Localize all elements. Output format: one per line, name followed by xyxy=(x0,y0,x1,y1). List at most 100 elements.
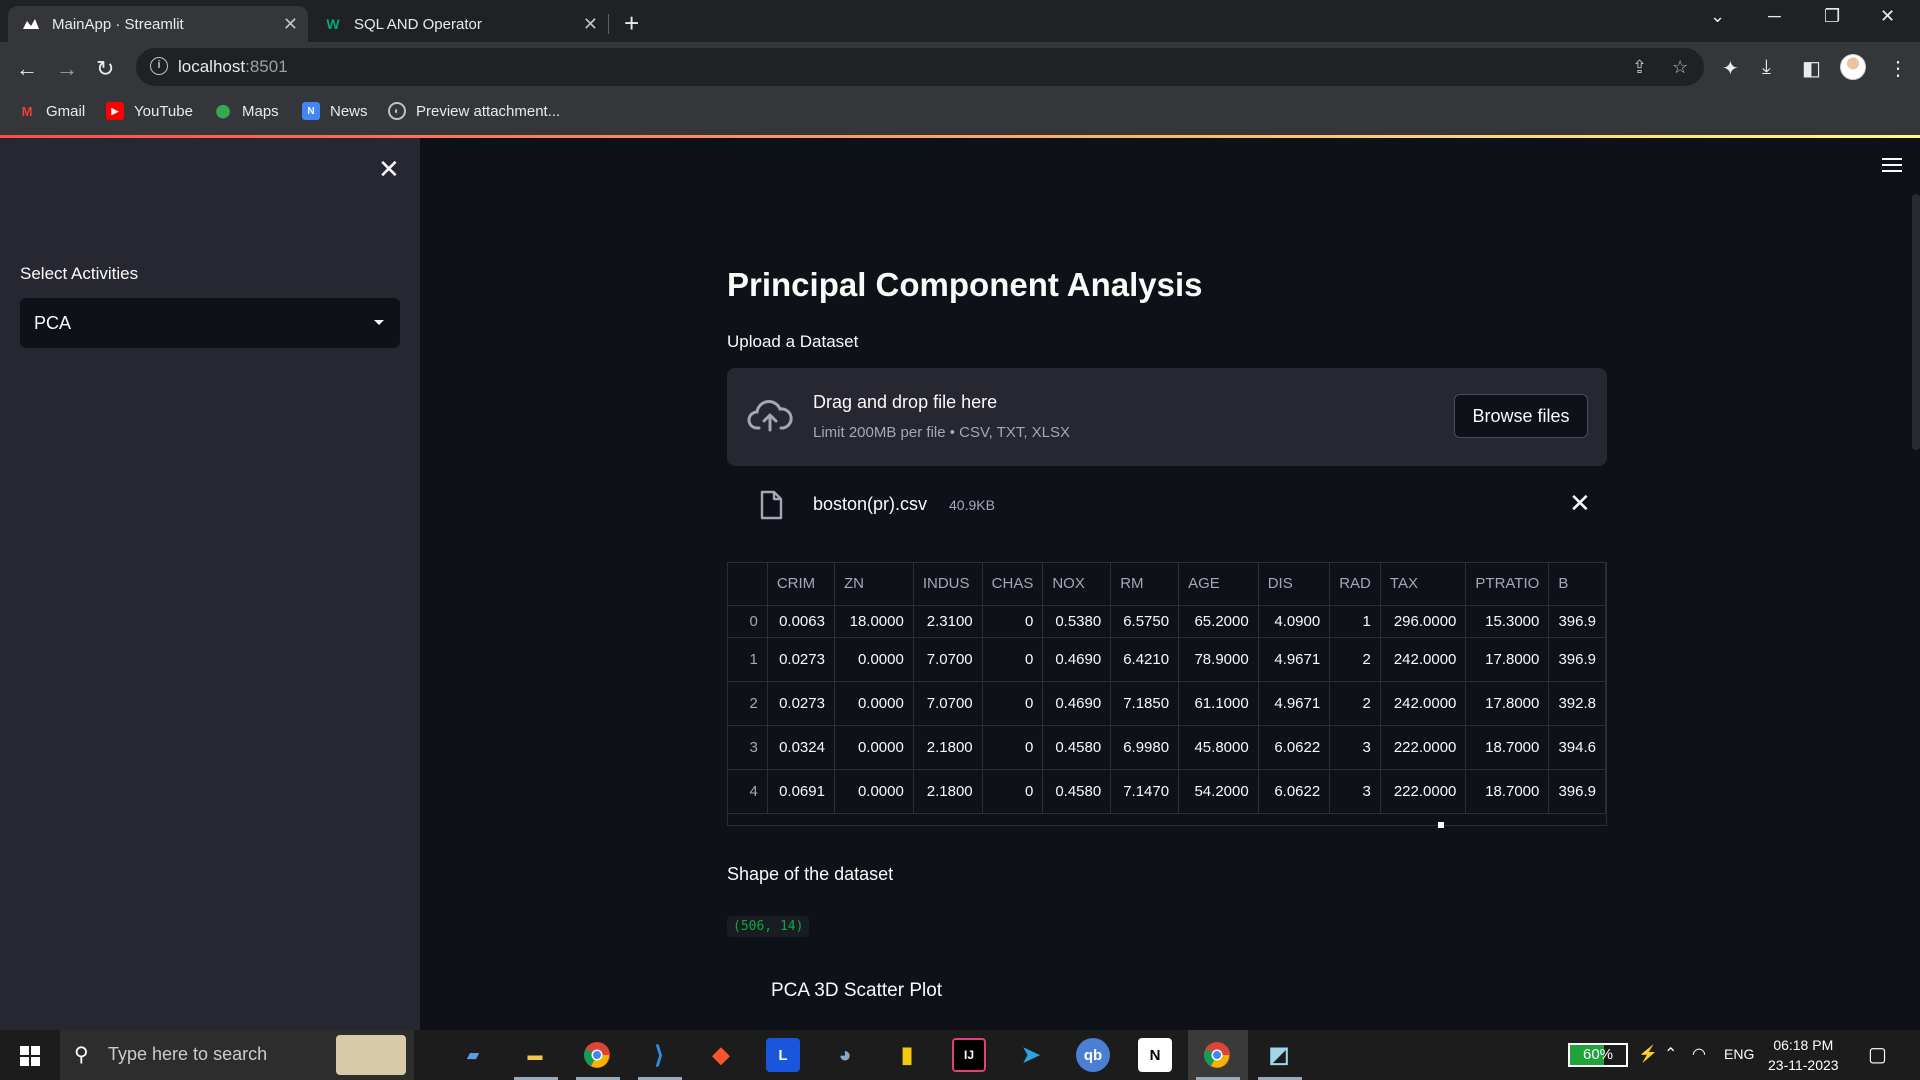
show-hidden-icons-chevron[interactable]: ⌃ xyxy=(1664,1044,1677,1064)
cell[interactable]: 7.0700 xyxy=(913,681,983,726)
cell[interactable]: 6.0622 xyxy=(1258,725,1331,770)
column-header[interactable]: CRIM xyxy=(767,563,835,606)
cell[interactable]: 0.4580 xyxy=(1042,769,1112,814)
browse-files-button[interactable]: Browse files xyxy=(1454,394,1588,438)
row-index[interactable]: 1 xyxy=(728,637,768,682)
cell[interactable]: 0.0273 xyxy=(767,681,835,726)
close-window-button[interactable]: ✕ xyxy=(1880,6,1895,27)
cell[interactable]: 3 xyxy=(1329,769,1381,814)
download-icon[interactable]: ⤓ xyxy=(1762,56,1771,79)
new-tab-button[interactable]: + xyxy=(624,8,639,39)
cell[interactable]: 61.1000 xyxy=(1178,681,1259,726)
cell[interactable]: 1 xyxy=(1329,605,1381,638)
cell[interactable]: 394.6 xyxy=(1548,725,1606,770)
cell[interactable]: 0.4580 xyxy=(1042,725,1112,770)
cell[interactable]: 0 xyxy=(982,681,1044,726)
row-index[interactable]: 3 xyxy=(728,725,768,770)
dataframe-resize-handle[interactable] xyxy=(1438,822,1444,828)
bookmark-youtube[interactable]: ▶ YouTube xyxy=(106,102,193,120)
column-header[interactable]: ZN xyxy=(834,563,914,606)
cell[interactable]: 6.4210 xyxy=(1110,637,1180,682)
letter-l-app-icon[interactable]: L xyxy=(766,1038,800,1072)
cell[interactable]: 78.9000 xyxy=(1178,637,1259,682)
cell[interactable]: 17.8000 xyxy=(1465,637,1550,682)
bookmark-maps[interactable]: ⬤ Maps xyxy=(214,102,279,120)
language-indicator[interactable]: ENG xyxy=(1724,1046,1754,1062)
extensions-icon[interactable]: ✦ xyxy=(1722,56,1739,81)
address-bar[interactable]: i localhost:8501 ⇪ ☆ xyxy=(136,48,1704,86)
cell[interactable]: 4.9671 xyxy=(1258,681,1331,726)
chrome-icon[interactable] xyxy=(580,1038,614,1072)
row-index[interactable]: 2 xyxy=(728,681,768,726)
cell[interactable]: 222.0000 xyxy=(1380,725,1467,770)
notion-icon[interactable]: N xyxy=(1138,1038,1172,1072)
share-icon[interactable]: ⇪ xyxy=(1632,57,1647,78)
cell[interactable]: 4.9671 xyxy=(1258,637,1331,682)
notification-center-icon[interactable]: ▢ xyxy=(1868,1042,1887,1067)
cell[interactable]: 18.7000 xyxy=(1465,725,1550,770)
column-header[interactable]: NOX xyxy=(1042,563,1112,606)
cell[interactable]: 6.9980 xyxy=(1110,725,1180,770)
restore-button[interactable]: ❐ xyxy=(1824,6,1840,27)
system-clock[interactable]: 06:18 PM 23-11-2023 xyxy=(1768,1035,1839,1075)
column-header[interactable]: TAX xyxy=(1380,563,1467,606)
minimize-button[interactable]: ─ xyxy=(1768,6,1781,27)
qbittorrent-icon[interactable]: qb xyxy=(1076,1038,1110,1072)
cell[interactable]: 0.0000 xyxy=(834,769,914,814)
cell[interactable]: 54.2000 xyxy=(1178,769,1259,814)
chrome-active-icon[interactable] xyxy=(1200,1038,1234,1072)
close-sidebar-icon[interactable]: ✕ xyxy=(378,154,400,185)
cell[interactable]: 15.3000 xyxy=(1465,605,1550,638)
postgresql-icon[interactable]: ◕ xyxy=(828,1038,862,1072)
cell[interactable]: 392.8 xyxy=(1548,681,1606,726)
activity-select[interactable]: PCA xyxy=(20,298,400,348)
row-index[interactable]: 0 xyxy=(728,605,768,638)
cell[interactable]: 242.0000 xyxy=(1380,681,1467,726)
cell[interactable]: 2.1800 xyxy=(913,725,983,770)
forward-icon[interactable]: → xyxy=(56,56,78,82)
cell[interactable]: 45.8000 xyxy=(1178,725,1259,770)
close-tab-icon[interactable]: ✕ xyxy=(583,14,598,35)
brave-icon[interactable]: ◆ xyxy=(704,1038,738,1072)
cell[interactable]: 7.1470 xyxy=(1110,769,1180,814)
column-header[interactable]: CHAS xyxy=(982,563,1044,606)
cell[interactable]: 242.0000 xyxy=(1380,637,1467,682)
close-tab-icon[interactable]: ✕ xyxy=(283,14,298,35)
cell[interactable]: 2.1800 xyxy=(913,769,983,814)
cell[interactable]: 0.0691 xyxy=(767,769,835,814)
intellij-icon[interactable]: IJ xyxy=(952,1038,986,1072)
cell[interactable]: 7.1850 xyxy=(1110,681,1180,726)
bookmark-star-icon[interactable]: ☆ xyxy=(1672,57,1688,78)
cell[interactable]: 0 xyxy=(982,637,1044,682)
cell[interactable]: 2.3100 xyxy=(913,605,983,638)
cell[interactable]: 0.4690 xyxy=(1042,681,1112,726)
task-view-icon[interactable]: ▰ xyxy=(456,1038,490,1072)
column-header[interactable]: RM xyxy=(1110,563,1180,606)
scrollbar[interactable] xyxy=(1912,194,1920,450)
cell[interactable]: 0.4690 xyxy=(1042,637,1112,682)
file-dropzone[interactable]: Drag and drop file here Limit 200MB per … xyxy=(727,368,1607,466)
windows-start-icon[interactable] xyxy=(20,1046,40,1066)
cell[interactable]: 0 xyxy=(982,725,1044,770)
cell[interactable]: 0.0000 xyxy=(834,637,914,682)
cell[interactable]: 65.2000 xyxy=(1178,605,1259,638)
cell[interactable]: 396.9 xyxy=(1548,769,1606,814)
battery-indicator[interactable]: 60% xyxy=(1568,1043,1628,1067)
cell[interactable]: 0.5380 xyxy=(1042,605,1112,638)
cell[interactable]: 2 xyxy=(1329,637,1381,682)
cell[interactable]: 18.0000 xyxy=(834,605,914,638)
wifi-icon[interactable]: ◠ xyxy=(1692,1044,1706,1064)
cell[interactable]: 396.9 xyxy=(1548,605,1606,638)
cell[interactable]: 0 xyxy=(982,605,1044,638)
cell[interactable]: 0 xyxy=(982,769,1044,814)
profile-avatar[interactable] xyxy=(1840,54,1866,80)
cell[interactable]: 0.0000 xyxy=(834,681,914,726)
notepad-icon[interactable]: ◩ xyxy=(1262,1038,1296,1072)
reload-icon[interactable]: ↻ xyxy=(96,56,114,82)
site-info-icon[interactable]: i xyxy=(150,57,168,75)
cell[interactable]: 0.0273 xyxy=(767,637,835,682)
cell[interactable]: 396.9 xyxy=(1548,637,1606,682)
cell[interactable]: 0.0063 xyxy=(767,605,835,638)
cell[interactable]: 2 xyxy=(1329,681,1381,726)
file-explorer-icon[interactable]: ▬ xyxy=(518,1038,552,1072)
